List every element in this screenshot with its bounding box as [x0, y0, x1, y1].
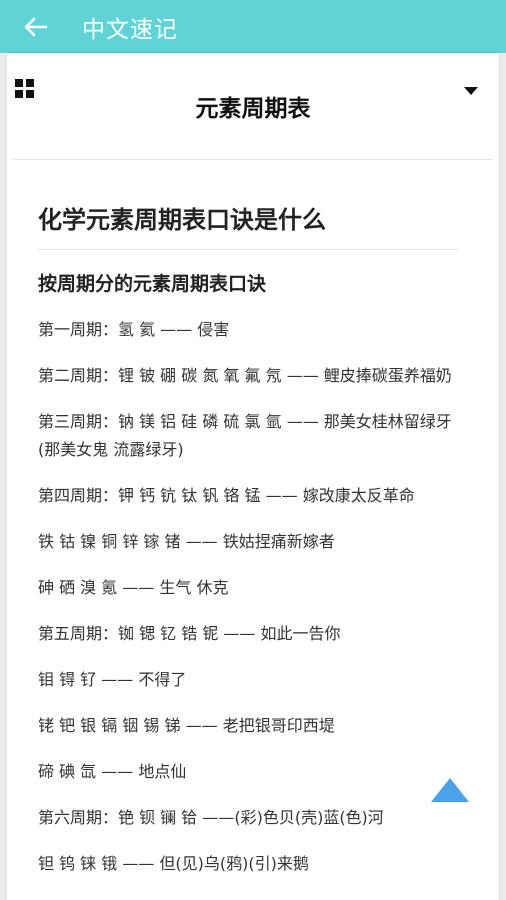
triangle-down-icon[interactable]: [463, 86, 479, 96]
text-line: 碲 碘 氙 —— 地点仙: [38, 762, 187, 781]
text-line: 第三周期：钠 镁 铝 硅 磷 硫 氯 氩 —— 那美女桂林留绿牙(那美女鬼 流露…: [38, 412, 452, 459]
text-line: 第四周期：钾 钙 钪 钛 钒 铬 锰 —— 嫁改康太反革命: [38, 486, 415, 505]
triangle-up-icon: [431, 778, 469, 802]
card-header: 元素周期表: [13, 53, 493, 160]
section-title: 按周期分的元素周期表口诀: [38, 273, 267, 295]
scroll-to-top-button[interactable]: [429, 776, 471, 804]
text-line: 钽 钨 铼 锇 —— 但(见)乌(鸦)(引)来鹅: [38, 854, 309, 873]
app-bar: 中文速记: [0, 0, 506, 53]
text-line: 第五周期：铷 锶 钇 锆 铌 —— 如此一告你: [38, 624, 341, 643]
app-title: 中文速记: [82, 16, 178, 43]
text-line: 砷 硒 溴 氪 —— 生气 休克: [38, 578, 229, 597]
text-line: 铑 钯 银 镉 铟 锡 锑 —— 老把银哥印西堤: [38, 716, 335, 735]
text-line: 铁 钴 镍 铜 锌 镓 锗 —— 铁姑捏痛新嫁者: [38, 532, 335, 551]
page-title: 元素周期表: [195, 96, 311, 122]
text-line: 第二周期：锂 铍 硼 碳 氮 氧 氟 氖 —— 鲤皮捧碳蛋养福奶: [38, 366, 452, 385]
text-line: 第六周期：铯 钡 镧 铪 ——(彩)色贝(壳)蓝(色)河: [38, 808, 384, 827]
article-title: 化学元素周期表口诀是什么: [38, 203, 458, 250]
back-button[interactable]: [12, 0, 60, 53]
text-line: 第一周期：氢 氦 —— 侵害: [38, 320, 230, 339]
article: 化学元素周期表口诀是什么 按周期分的元素周期表口诀 第一周期：氢 氦 —— 侵害…: [38, 203, 458, 878]
arrow-left-icon: [24, 17, 48, 36]
text-line: 钼 锝 钌 —— 不得了: [38, 670, 187, 689]
content-card: 元素周期表 化学元素周期表口诀是什么 按周期分的元素周期表口诀 第一周期：氢 氦…: [7, 53, 499, 900]
